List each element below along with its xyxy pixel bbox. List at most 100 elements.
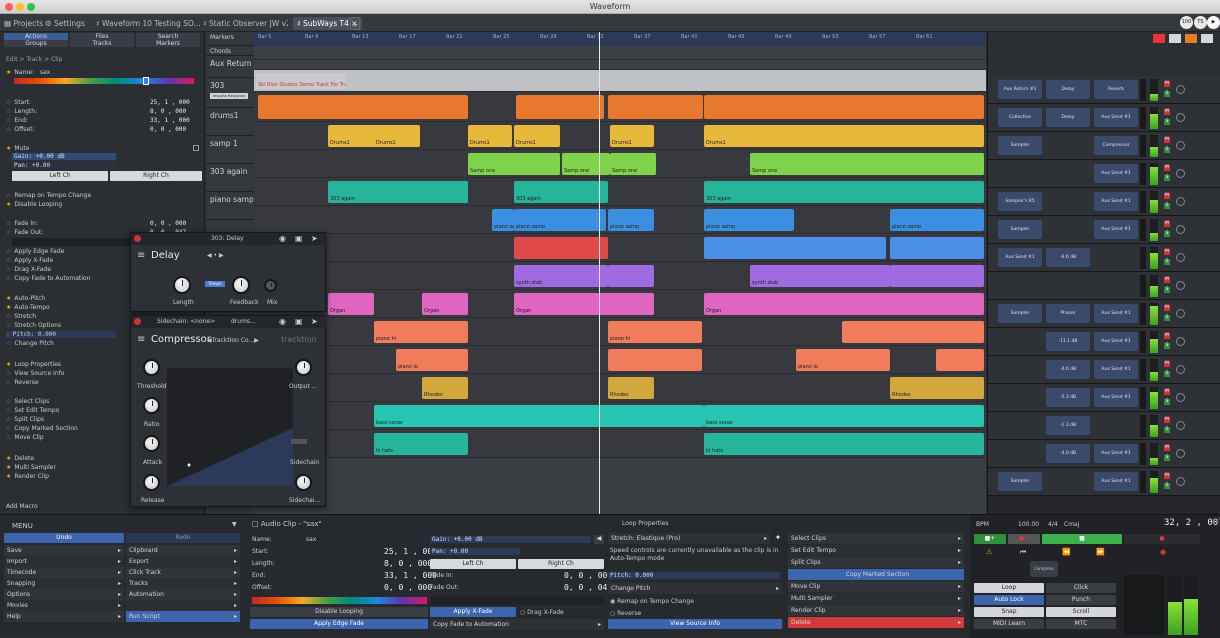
stretch-action[interactable]: ☆ Stretch <box>6 313 36 320</box>
auto-tempo-action[interactable]: ★ Auto-Tempo <box>6 304 50 311</box>
mute-button[interactable]: M <box>1164 249 1170 255</box>
plugin-slot[interactable]: Collective <box>998 108 1042 127</box>
channel-fader[interactable] <box>1140 219 1146 241</box>
mixer-view-button[interactable] <box>1185 34 1197 43</box>
track-lane[interactable] <box>254 60 986 70</box>
menu-item[interactable]: Timecode ▸ <box>4 567 124 578</box>
menu-item[interactable]: Help ▸ <box>4 611 124 622</box>
track-lane[interactable] <box>254 46 986 60</box>
stretch-options-action[interactable]: ☆ Stretch Options <box>6 322 61 329</box>
midi-learn-button[interactable]: MIDI Learn <box>974 619 1044 629</box>
preset-prev-icon[interactable]: ◀ • ▶ <box>207 252 224 259</box>
menu-icon[interactable]: ≡ <box>137 250 145 261</box>
fade-shape-selector[interactable] <box>12 238 132 246</box>
segment-markers[interactable]: Markers <box>136 40 200 47</box>
mix-knob[interactable] <box>264 279 277 292</box>
pan-knob[interactable] <box>1176 141 1185 150</box>
menu-item[interactable]: Import ▸ <box>4 556 124 567</box>
compressor-preset-selector[interactable]: ◀Tracktion Co...▶ <box>207 337 259 344</box>
audio-clip[interactable] <box>514 237 608 259</box>
click-button[interactable]: Click <box>1046 583 1116 593</box>
select-clips-action[interactable]: ☆ Select Clips <box>6 398 49 405</box>
plugin-slot[interactable]: Sampler <box>998 472 1042 491</box>
mute-button[interactable]: M <box>1164 445 1170 451</box>
color-picker-thumb[interactable] <box>143 77 149 85</box>
clip-color-bar[interactable] <box>252 597 427 604</box>
change-pitch-menu[interactable]: Change Pitch ▸ <box>608 583 782 594</box>
pan-knob[interactable] <box>1176 197 1185 206</box>
fade-in-value[interactable]: 0, 0 , 000 <box>150 220 186 227</box>
remap-tempo-toggle[interactable]: ☆ Remap on Tempo Change <box>6 192 91 199</box>
clip-action-item[interactable]: Set Edit Tempo ▸ <box>788 545 964 556</box>
loop-button[interactable]: Loop <box>974 583 1044 593</box>
reverse-option[interactable]: ○ Reverse <box>610 610 641 617</box>
solo-button[interactable]: S <box>1164 399 1170 405</box>
plugin-slot[interactable]: Aux Send #1 <box>1094 388 1138 407</box>
loop-properties-action[interactable]: ★ Loop Properties <box>6 361 61 368</box>
apply-xfade-action[interactable]: ☆ Apply X-Fade <box>6 257 53 264</box>
compress-button[interactable]: Compress <box>1030 561 1058 577</box>
channel-fader[interactable] <box>1140 415 1146 437</box>
track-header[interactable]: 303 again <box>206 164 254 192</box>
plugin-slot[interactable]: Aux Send #1 <box>1094 360 1138 379</box>
menu-item[interactable]: ▸ <box>126 600 240 611</box>
output-knob[interactable] <box>295 359 312 376</box>
channel-fader[interactable] <box>1140 247 1146 269</box>
menu-icon[interactable]: ≡ <box>137 334 145 345</box>
audio-clip[interactable]: synth stab <box>514 265 608 287</box>
fade-shape-buttons[interactable] <box>430 596 604 605</box>
auto-pitch-action[interactable]: ★ Auto-Pitch <box>6 295 45 302</box>
channel-fader[interactable] <box>1140 163 1146 185</box>
fade-out-value[interactable]: 0, 0 , 047 <box>564 583 612 592</box>
apply-edge-fade-action[interactable]: ☆ Apply Edge Fade <box>6 248 64 255</box>
audio-clip[interactable] <box>890 237 984 259</box>
clip-action-item[interactable]: Multi Sampler ▸ <box>788 593 964 604</box>
clip-action-item[interactable]: Move Clip ▸ <box>788 581 964 592</box>
rewind-icon[interactable]: ⏪ <box>1062 548 1071 556</box>
pan-knob[interactable] <box>1176 281 1185 290</box>
solo-button[interactable]: S <box>1164 91 1170 97</box>
channel-fader[interactable] <box>1140 135 1146 157</box>
audio-clip[interactable]: Rhodes <box>422 377 468 399</box>
track-header[interactable]: Markers <box>206 32 254 46</box>
mute-button[interactable]: M <box>1164 333 1170 339</box>
track-lane[interactable] <box>254 70 986 92</box>
solo-button[interactable]: S <box>1164 231 1170 237</box>
audio-clip[interactable]: Ski Rize Studios Demo Track For Tracktio… <box>256 73 346 89</box>
channel-fader[interactable] <box>1140 331 1146 353</box>
menu-item[interactable]: Clipboard ▸ <box>126 545 240 556</box>
audio-clip[interactable] <box>258 95 468 119</box>
plugin-slot[interactable]: -5.3 dB <box>1046 388 1090 407</box>
cpu-button[interactable]: 100 <box>1180 16 1193 29</box>
view-source-info-button[interactable]: View Source Info <box>608 619 782 629</box>
fast-forward-icon[interactable]: ⏩ <box>1096 548 1105 556</box>
release-knob[interactable] <box>143 474 160 491</box>
audio-clip[interactable] <box>936 349 984 371</box>
clip-action-item[interactable]: Delete ▸ <box>788 617 964 628</box>
audio-clip[interactable]: Organ <box>704 293 984 315</box>
rewind-start-icon[interactable]: ⏮ <box>1020 548 1026 557</box>
plugin-slot[interactable]: Aux Return #1 <box>998 80 1042 99</box>
split-clips-action[interactable]: ☆ Split Clips <box>6 416 44 423</box>
clip-action-item[interactable]: Copy Marked Section <box>788 569 964 580</box>
channel-fader[interactable] <box>1140 471 1146 493</box>
plugin-slot[interactable]: Aux Send #1 <box>1094 304 1138 323</box>
punch-button[interactable]: Punch <box>1046 595 1116 605</box>
channel-fader[interactable] <box>1140 191 1146 213</box>
tab-waveform-testing[interactable]: ♯ Waveform 10 Testing SO... <box>96 17 201 30</box>
clip-action-item[interactable]: Select Clips ▸ <box>788 533 964 544</box>
plugin-slot[interactable]: Delay <box>1046 108 1090 127</box>
solo-button[interactable]: S <box>1164 315 1170 321</box>
left-channel-button[interactable]: Left Ch <box>430 559 516 569</box>
audio-clip[interactable] <box>890 265 984 287</box>
segment-tracks[interactable]: Tracks <box>70 40 134 47</box>
mixer-view-button[interactable] <box>1169 34 1181 43</box>
audio-clip[interactable]: Organ <box>328 293 374 315</box>
solo-button[interactable]: S <box>1164 371 1170 377</box>
plugin-slot[interactable]: Delay <box>1046 80 1090 99</box>
audio-clip[interactable] <box>608 95 703 119</box>
camera-icon[interactable]: ▣ <box>295 234 303 243</box>
plugin-slot[interactable]: Sampler <box>998 220 1042 239</box>
solo-button[interactable]: S <box>1164 175 1170 181</box>
pan-knob[interactable] <box>1176 85 1185 94</box>
